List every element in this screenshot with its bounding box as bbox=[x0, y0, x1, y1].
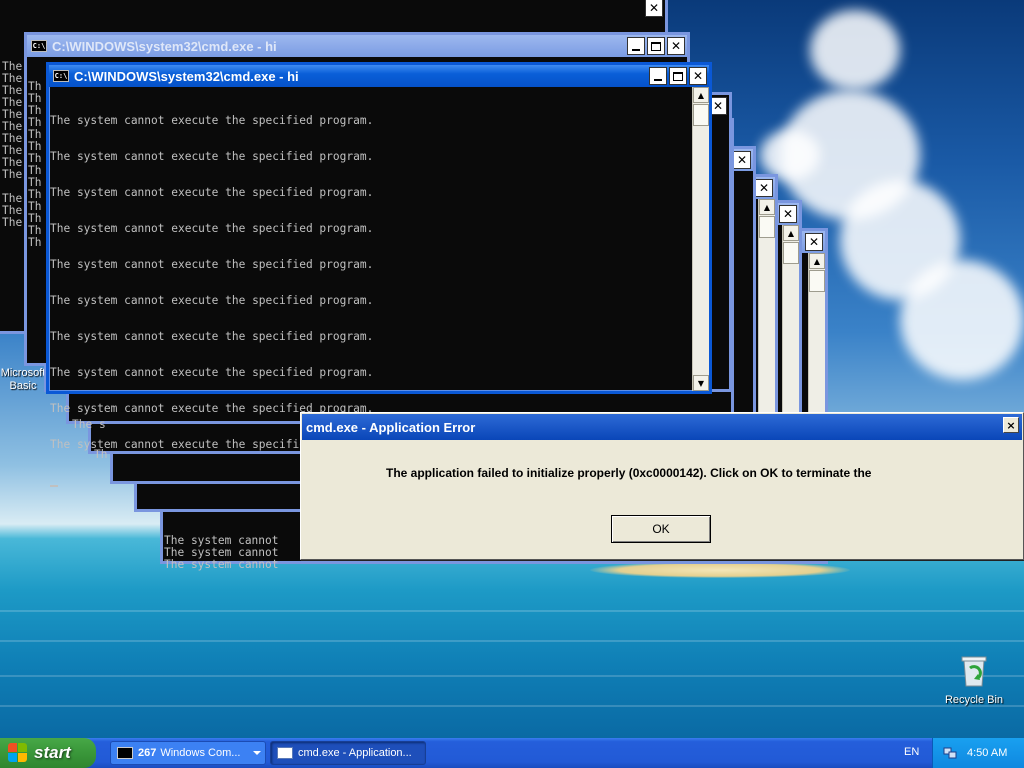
maximize-button[interactable] bbox=[669, 67, 687, 85]
close-button[interactable]: ✕ bbox=[645, 0, 663, 17]
close-icon: ✕ bbox=[758, 181, 770, 195]
close-button[interactable]: ✕ bbox=[667, 37, 685, 55]
maximize-icon bbox=[651, 41, 661, 51]
window-icon bbox=[277, 747, 293, 759]
network-icon[interactable] bbox=[943, 746, 957, 760]
close-button[interactable]: ✕ bbox=[755, 179, 773, 197]
dialog-title: cmd.exe - Application Error bbox=[306, 419, 476, 435]
taskbar-group-button[interactable]: 267 Windows Com... bbox=[110, 741, 266, 765]
minimize-icon bbox=[632, 49, 640, 51]
console-line: The system cannot execute the specified … bbox=[50, 186, 374, 199]
recycle-bin-shortcut[interactable]: Recycle Bin bbox=[938, 654, 1010, 710]
clock[interactable]: 4:50 AM bbox=[967, 747, 1007, 759]
close-icon: ✕ bbox=[736, 153, 748, 167]
chevron-down-icon bbox=[253, 751, 261, 755]
close-button[interactable]: ✕ bbox=[733, 151, 751, 169]
console-line: The system cannot execute the specified … bbox=[50, 294, 374, 307]
cmd-icon: C:\ bbox=[31, 40, 47, 52]
window-controls: ✕ bbox=[649, 67, 707, 85]
close-button[interactable]: ✕ bbox=[689, 67, 707, 85]
scroll-up-button[interactable]: ▲ bbox=[809, 253, 825, 269]
close-icon: ✕ bbox=[782, 207, 794, 221]
scroll-thumb[interactable] bbox=[783, 242, 799, 264]
recycle-bin-label: Recycle Bin bbox=[944, 694, 1004, 706]
desktop-icon-label-basic[interactable]: Basic bbox=[0, 380, 46, 392]
close-icon: ✕ bbox=[648, 1, 660, 15]
minimize-icon bbox=[654, 79, 662, 81]
desktop-icon-label-microsoft[interactable]: Microsoft bbox=[0, 367, 46, 379]
group-label: Windows Com... bbox=[160, 747, 241, 759]
window-title: C:\WINDOWS\system32\cmd.exe - hi bbox=[52, 38, 277, 54]
scroll-down-button[interactable]: ▼ bbox=[693, 375, 709, 391]
taskbar-active-button[interactable]: cmd.exe - Application... bbox=[270, 741, 426, 765]
cmd-window-active[interactable]: C:\ C:\WINDOWS\system32\cmd.exe - hi ✕ T… bbox=[46, 62, 712, 487]
dialog-titlebar[interactable]: cmd.exe - Application Error bbox=[302, 414, 1022, 440]
start-label: start bbox=[34, 743, 71, 762]
window-title: C:\WINDOWS\system32\cmd.exe - hi bbox=[74, 68, 299, 84]
close-icon: ✕ bbox=[670, 39, 682, 53]
dialog-message: The application failed to initialize pro… bbox=[386, 466, 872, 480]
scroll-thumb[interactable] bbox=[693, 104, 709, 126]
vertical-scrollbar[interactable]: ▲ ▼ bbox=[692, 87, 709, 391]
close-icon: ✕ bbox=[712, 99, 724, 113]
ok-button[interactable]: OK bbox=[611, 515, 711, 543]
scroll-thumb[interactable] bbox=[809, 270, 825, 292]
close-icon: × bbox=[1006, 418, 1016, 432]
titlebar[interactable]: C:\ C:\WINDOWS\system32\cmd.exe - hi bbox=[27, 35, 687, 57]
close-icon: ✕ bbox=[808, 235, 820, 249]
console-line: The system cannot execute the specified … bbox=[50, 366, 374, 379]
close-icon: ✕ bbox=[692, 69, 704, 83]
close-button[interactable]: ✕ bbox=[805, 233, 823, 251]
console-output: The system cannot The system cannot The sy… bbox=[164, 534, 279, 571]
console-line: The system cannot execute the specified … bbox=[50, 114, 374, 127]
language-indicator[interactable]: EN bbox=[904, 746, 919, 758]
scroll-thumb[interactable] bbox=[759, 216, 775, 238]
titlebar[interactable]: C:\ C:\WINDOWS\system32\cmd.exe - hi bbox=[49, 65, 709, 87]
scroll-up-button[interactable]: ▲ bbox=[693, 87, 709, 103]
error-dialog[interactable]: cmd.exe - Application Error × The applic… bbox=[300, 412, 1024, 560]
group-count: 267 bbox=[138, 747, 157, 759]
system-tray: 4:50 AM bbox=[932, 738, 1024, 768]
window-controls: ✕ bbox=[645, 0, 663, 17]
console-line: The system cannot execute the specified … bbox=[50, 330, 374, 343]
text-cursor bbox=[50, 485, 58, 487]
console-line: The system cannot execute the specified … bbox=[50, 150, 374, 163]
island bbox=[590, 562, 850, 578]
minimize-button[interactable] bbox=[627, 37, 645, 55]
maximize-button[interactable] bbox=[647, 37, 665, 55]
active-task-label: cmd.exe - Application... bbox=[298, 747, 412, 759]
start-button[interactable]: start bbox=[0, 738, 96, 768]
console-line: The system cannot execute the specified … bbox=[50, 222, 374, 235]
scroll-up-button[interactable]: ▲ bbox=[759, 199, 775, 215]
taskbar: start 267 Windows Com... cmd.exe - Appli… bbox=[0, 738, 1024, 768]
maximize-icon bbox=[673, 71, 683, 81]
windows-logo-icon bbox=[8, 743, 28, 763]
cmd-icon: C:\ bbox=[53, 70, 69, 82]
minimize-button[interactable] bbox=[649, 67, 667, 85]
close-button[interactable]: ✕ bbox=[779, 205, 797, 223]
cmd-icon bbox=[117, 747, 133, 759]
scroll-up-button[interactable]: ▲ bbox=[783, 225, 799, 241]
dialog-close-button[interactable]: × bbox=[1003, 417, 1019, 433]
console-line: The system cannot execute the specified … bbox=[50, 258, 374, 271]
recycle-bin-icon bbox=[961, 656, 987, 687]
